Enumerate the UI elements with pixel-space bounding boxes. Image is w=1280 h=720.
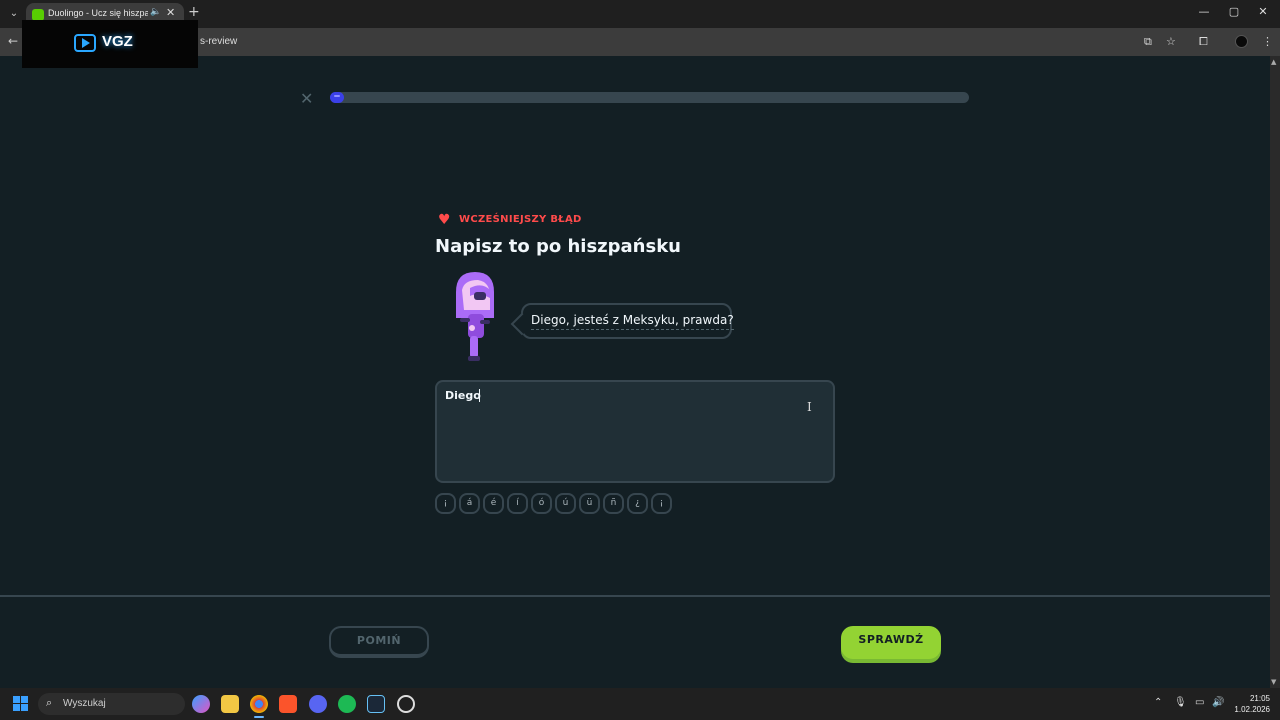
answer-textarea[interactable]: Diego I xyxy=(435,380,835,483)
url-text: s-review xyxy=(200,36,238,47)
page-scrollbar[interactable]: ▲ ▼ xyxy=(1270,56,1280,688)
speech-bubble: Diego, jesteś z Meksyku, prawda? xyxy=(521,303,734,339)
brave-icon[interactable] xyxy=(279,695,297,713)
copilot-icon[interactable] xyxy=(192,695,210,713)
source-sentence[interactable]: Diego, jesteś z Meksyku, prawda? xyxy=(531,313,734,330)
tab-title: Duolingo - Ucz się hiszpańskiego xyxy=(48,8,148,18)
clock-date: 1.02.2026 xyxy=(1234,705,1270,714)
install-app-icon[interactable]: ⧉ xyxy=(1144,35,1152,49)
answer-text: Diego xyxy=(445,389,481,402)
address-bar[interactable]: s-review xyxy=(190,32,1138,52)
key-u-diaeresis[interactable]: ü xyxy=(579,493,600,514)
key-a-acute[interactable]: á xyxy=(459,493,480,514)
minimize-button[interactable]: — xyxy=(1194,5,1214,18)
check-button[interactable]: SPRAWDŹ xyxy=(841,626,941,659)
maximize-button[interactable]: ▢ xyxy=(1224,5,1244,18)
text-caret xyxy=(479,389,480,402)
search-icon: ⌕ xyxy=(46,696,53,709)
spotify-icon[interactable] xyxy=(338,695,356,713)
steam-icon[interactable] xyxy=(367,695,385,713)
discord-icon[interactable] xyxy=(309,695,327,713)
network-icon[interactable]: ▭ xyxy=(1195,697,1204,708)
key-u-acute[interactable]: ú xyxy=(555,493,576,514)
chatgpt-icon[interactable] xyxy=(397,695,415,713)
key-o-acute[interactable]: ó xyxy=(531,493,552,514)
character-illustration xyxy=(456,272,494,361)
new-tab-button[interactable]: + xyxy=(188,4,200,20)
key-inverted-exclamation[interactable]: ¡ xyxy=(435,493,456,514)
tab-search-menu-icon[interactable]: ⌄ xyxy=(6,6,22,22)
microphone-icon[interactable]: 🎙 xyxy=(1174,697,1187,708)
play-icon xyxy=(74,34,96,52)
windows-taskbar: ⌕ Wyszukaj ⌃ 🎙 ▭ 🔊 21:05 1.02.2026 xyxy=(0,688,1280,720)
lesson-progress-bar xyxy=(330,92,969,103)
tab-audio-icon[interactable]: 🔈 xyxy=(150,7,161,17)
vgz-overlay-logo: VGZ xyxy=(22,20,198,68)
mistake-label: WCZEŚNIEJSZY BŁĄD xyxy=(459,214,582,225)
scroll-down-icon[interactable]: ▼ xyxy=(1271,678,1276,686)
key-e-acute[interactable]: é xyxy=(483,493,504,514)
skip-button[interactable]: POMIŃ xyxy=(329,626,429,658)
extensions-icon[interactable]: ⧠ xyxy=(1199,35,1208,49)
taskbar-search-box[interactable]: ⌕ Wyszukaj xyxy=(38,693,185,715)
browser-menu-icon[interactable]: ⋮ xyxy=(1262,35,1273,48)
search-placeholder: Wyszukaj xyxy=(63,698,106,709)
broken-heart-icon: ♥ xyxy=(438,212,451,228)
profile-avatar[interactable] xyxy=(1235,35,1248,48)
taskbar-clock[interactable]: 21:05 1.02.2026 xyxy=(1226,693,1270,715)
clock-time: 21:05 xyxy=(1249,694,1270,703)
file-explorer-icon[interactable] xyxy=(221,695,239,713)
key-inverted-question[interactable]: ¿ xyxy=(627,493,648,514)
key-n-tilde[interactable]: ñ xyxy=(603,493,624,514)
lesson-progress-fill xyxy=(330,92,344,103)
footer-divider xyxy=(0,595,1270,597)
vgz-logo-text: VGZ xyxy=(102,33,133,50)
windows-start-icon[interactable] xyxy=(13,696,29,712)
page-title: Napisz to po hiszpańsku xyxy=(435,236,681,257)
bookmark-star-icon[interactable]: ☆ xyxy=(1166,35,1176,48)
back-arrow-icon[interactable]: ← xyxy=(8,34,18,48)
scroll-up-icon[interactable]: ▲ xyxy=(1271,58,1276,66)
volume-icon[interactable]: 🔊 xyxy=(1212,697,1224,708)
tray-chevron-icon[interactable]: ⌃ xyxy=(1154,697,1162,708)
text-cursor-icon: I xyxy=(807,400,812,414)
key-i-acute[interactable]: í xyxy=(507,493,528,514)
close-lesson-icon[interactable]: ✕ xyxy=(300,89,313,108)
tab-close-icon[interactable]: ✕ xyxy=(166,6,175,19)
close-window-button[interactable]: ✕ xyxy=(1253,5,1273,18)
key-inverted-exclamation-2[interactable]: ¡ xyxy=(651,493,672,514)
chrome-icon[interactable] xyxy=(250,695,268,718)
